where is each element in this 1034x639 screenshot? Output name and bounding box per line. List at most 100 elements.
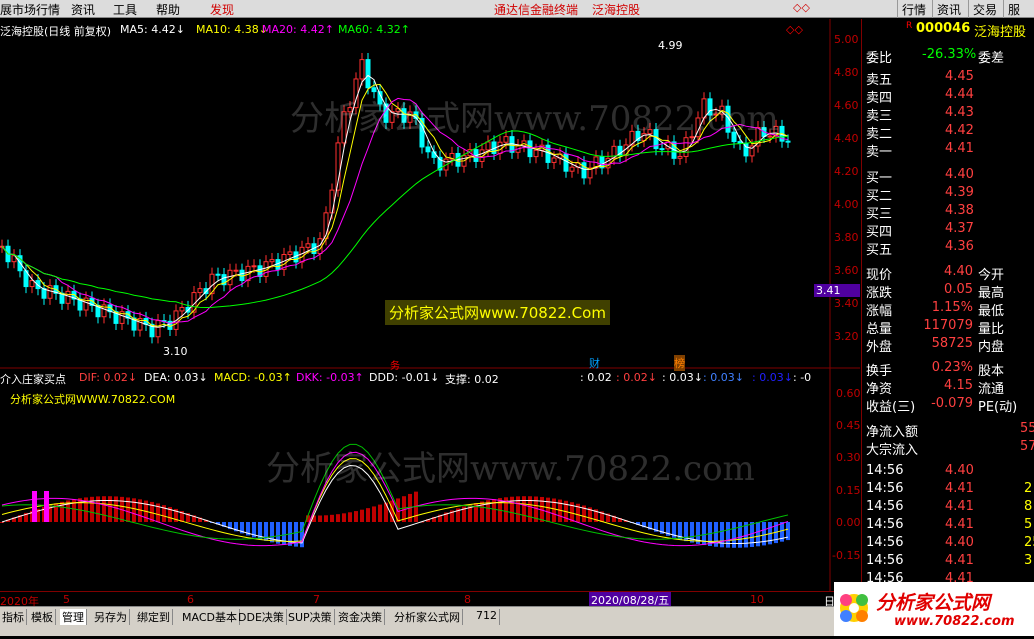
restore-icon[interactable]: ◇◇ — [793, 1, 810, 14]
sell-price: 4.43 — [945, 105, 974, 120]
macd-bar — [384, 502, 388, 522]
sell-price: 4.42 — [945, 123, 974, 138]
buy-price: 4.38 — [945, 203, 974, 218]
btn-trade[interactable]: 交易 — [968, 0, 1001, 18]
webi-label: 委比 — [866, 51, 893, 66]
x-label: 10 — [750, 593, 764, 606]
tab-4[interactable]: 绑定到 — [135, 609, 173, 625]
sell-row[interactable]: 卖一 4.41 — [862, 141, 1034, 160]
candle-body — [425, 146, 431, 153]
sell-row[interactable]: 卖四 4.44 — [862, 87, 1034, 106]
buy-row[interactable]: 买一 4.40 — [862, 167, 1034, 186]
stat-value: 4.15 — [944, 378, 973, 393]
btn-quote[interactable]: 行情 — [897, 0, 930, 18]
sell-label: 卖一 — [866, 145, 893, 160]
tab-6[interactable]: DDE决策 — [236, 609, 287, 625]
btn-service[interactable]: 服务 — [1003, 0, 1034, 34]
restore-icon-2[interactable]: ◇◇ — [786, 23, 803, 36]
tab-5[interactable]: MACD基本 — [180, 609, 240, 625]
buy-row[interactable]: 买四 4.37 — [862, 221, 1034, 240]
sell-row[interactable]: 卖五 4.45 — [862, 69, 1034, 88]
ind-tick: 0.30 — [836, 451, 861, 464]
price-tick: 3.40 — [834, 297, 859, 310]
candle-body — [179, 306, 185, 312]
buy-label: 买一 — [866, 171, 893, 186]
tab-3[interactable]: 另存为 — [92, 609, 130, 625]
tick-time: 14:56 — [866, 463, 904, 478]
extra-4: : 0.03↓ — [752, 371, 793, 384]
stat-row: 收益(三) -0.079 PE(动) — [862, 396, 1034, 415]
ma60-label: MA60: 4.32↑ — [338, 23, 410, 36]
ma60-line — [1, 130, 789, 309]
candle-body — [155, 320, 161, 338]
menu-news[interactable]: 资讯 — [71, 1, 95, 18]
center-label: 分析家公式网www.70822.Com — [385, 300, 610, 325]
tick-price: 4.40 — [945, 535, 974, 550]
site-label: 分析家公式网WWW.70822.COM — [10, 393, 176, 406]
flow-label: 净流入额 — [866, 425, 919, 440]
stock-code: 000046 — [916, 21, 971, 36]
tick-price: 4.40 — [945, 463, 974, 478]
sell-row[interactable]: 卖二 4.42 — [862, 123, 1034, 142]
marker-1[interactable]: 务 — [390, 357, 400, 372]
tab-1[interactable]: 模板 — [29, 609, 56, 625]
dkk-label: DKK: -0.03↑ — [296, 371, 364, 384]
candle-body — [485, 141, 491, 151]
menu-discover[interactable]: 发现 — [210, 1, 234, 18]
stat-value: 4.40 — [944, 264, 973, 279]
macd-bar — [318, 515, 322, 522]
candle-body — [233, 269, 239, 272]
btn-news[interactable]: 资讯 — [932, 0, 965, 18]
tab-10[interactable]: 712 — [474, 609, 500, 625]
menu-market[interactable]: 展市场行情 — [0, 1, 60, 18]
x-label: 8 — [464, 593, 471, 606]
stat-label: 换手 — [866, 364, 893, 379]
chart-area[interactable]: 泛海控股(日线 前复权) MA5: 4.42↓ MA10: 4.38↓ MA20… — [0, 19, 861, 591]
stat-row: 涨幅 1.15% 最低 — [862, 300, 1034, 319]
marker-3[interactable]: 榜 — [674, 355, 685, 371]
dea-label: DEA: 0.03↓ — [144, 371, 208, 384]
signal-bar — [44, 491, 49, 522]
tab-8[interactable]: 资金决策 — [336, 609, 385, 625]
ind-tick: -0.15 — [832, 549, 861, 562]
menu-tools[interactable]: 工具 — [113, 1, 137, 18]
macd-bar — [336, 514, 340, 522]
marker-2[interactable]: 财 — [589, 355, 600, 371]
tick-time: 14:56 — [866, 499, 904, 514]
buy-row[interactable]: 买二 4.39 — [862, 185, 1034, 204]
flow-row: 大宗流入 57 — [862, 439, 1034, 458]
stat-value: 1.15% — [931, 300, 973, 315]
sell-label: 卖五 — [866, 73, 893, 88]
buy-label: 买三 — [866, 207, 893, 222]
ind-tick: 0.45 — [836, 419, 861, 432]
candle-body — [359, 59, 365, 80]
flow-label: 大宗流入 — [866, 443, 919, 458]
low-label: 3.10 — [163, 345, 188, 358]
stat-row: 涨跌 0.05 最高 — [862, 282, 1034, 301]
tab-9[interactable]: 分析家公式网 — [392, 609, 463, 625]
candle-body — [305, 243, 311, 248]
stat-value: -0.079 — [931, 396, 973, 411]
tick-row: 14:56 4.40 25 — [862, 535, 1034, 553]
extra-3: : 0.03↓ — [703, 371, 744, 384]
tab-0[interactable]: 指标 — [0, 609, 27, 625]
chart-title: 泛海控股(日线 前复权) — [0, 25, 112, 38]
candle-body — [287, 251, 293, 256]
menu-bar: 展市场行情 资讯 工具 帮助 发现 通达信金融终端 泛海控股 ◇◇ 行情 资讯 … — [0, 0, 1034, 34]
sell-row[interactable]: 卖三 4.43 — [862, 105, 1034, 124]
buy-price: 4.39 — [945, 185, 974, 200]
x-label: 7 — [313, 593, 320, 606]
tick-row: 14:56 4.41 8 — [862, 499, 1034, 517]
buy-row[interactable]: 买五 4.36 — [862, 239, 1034, 258]
watermark-indicator: 分析家公式网www.70822.com — [266, 449, 755, 489]
candle-body — [683, 137, 689, 157]
support-label: 支撑: 0.02 — [445, 373, 499, 386]
buy-price: 4.40 — [945, 167, 974, 182]
tick-time: 14:56 — [866, 553, 904, 568]
tab-2[interactable]: 管理 — [60, 609, 87, 625]
menu-help[interactable]: 帮助 — [156, 1, 180, 18]
tab-7[interactable]: SUP决策 — [286, 609, 335, 625]
stock-name: 泛海控股 — [974, 25, 1027, 40]
candle-body — [569, 166, 575, 172]
buy-row[interactable]: 买三 4.38 — [862, 203, 1034, 222]
